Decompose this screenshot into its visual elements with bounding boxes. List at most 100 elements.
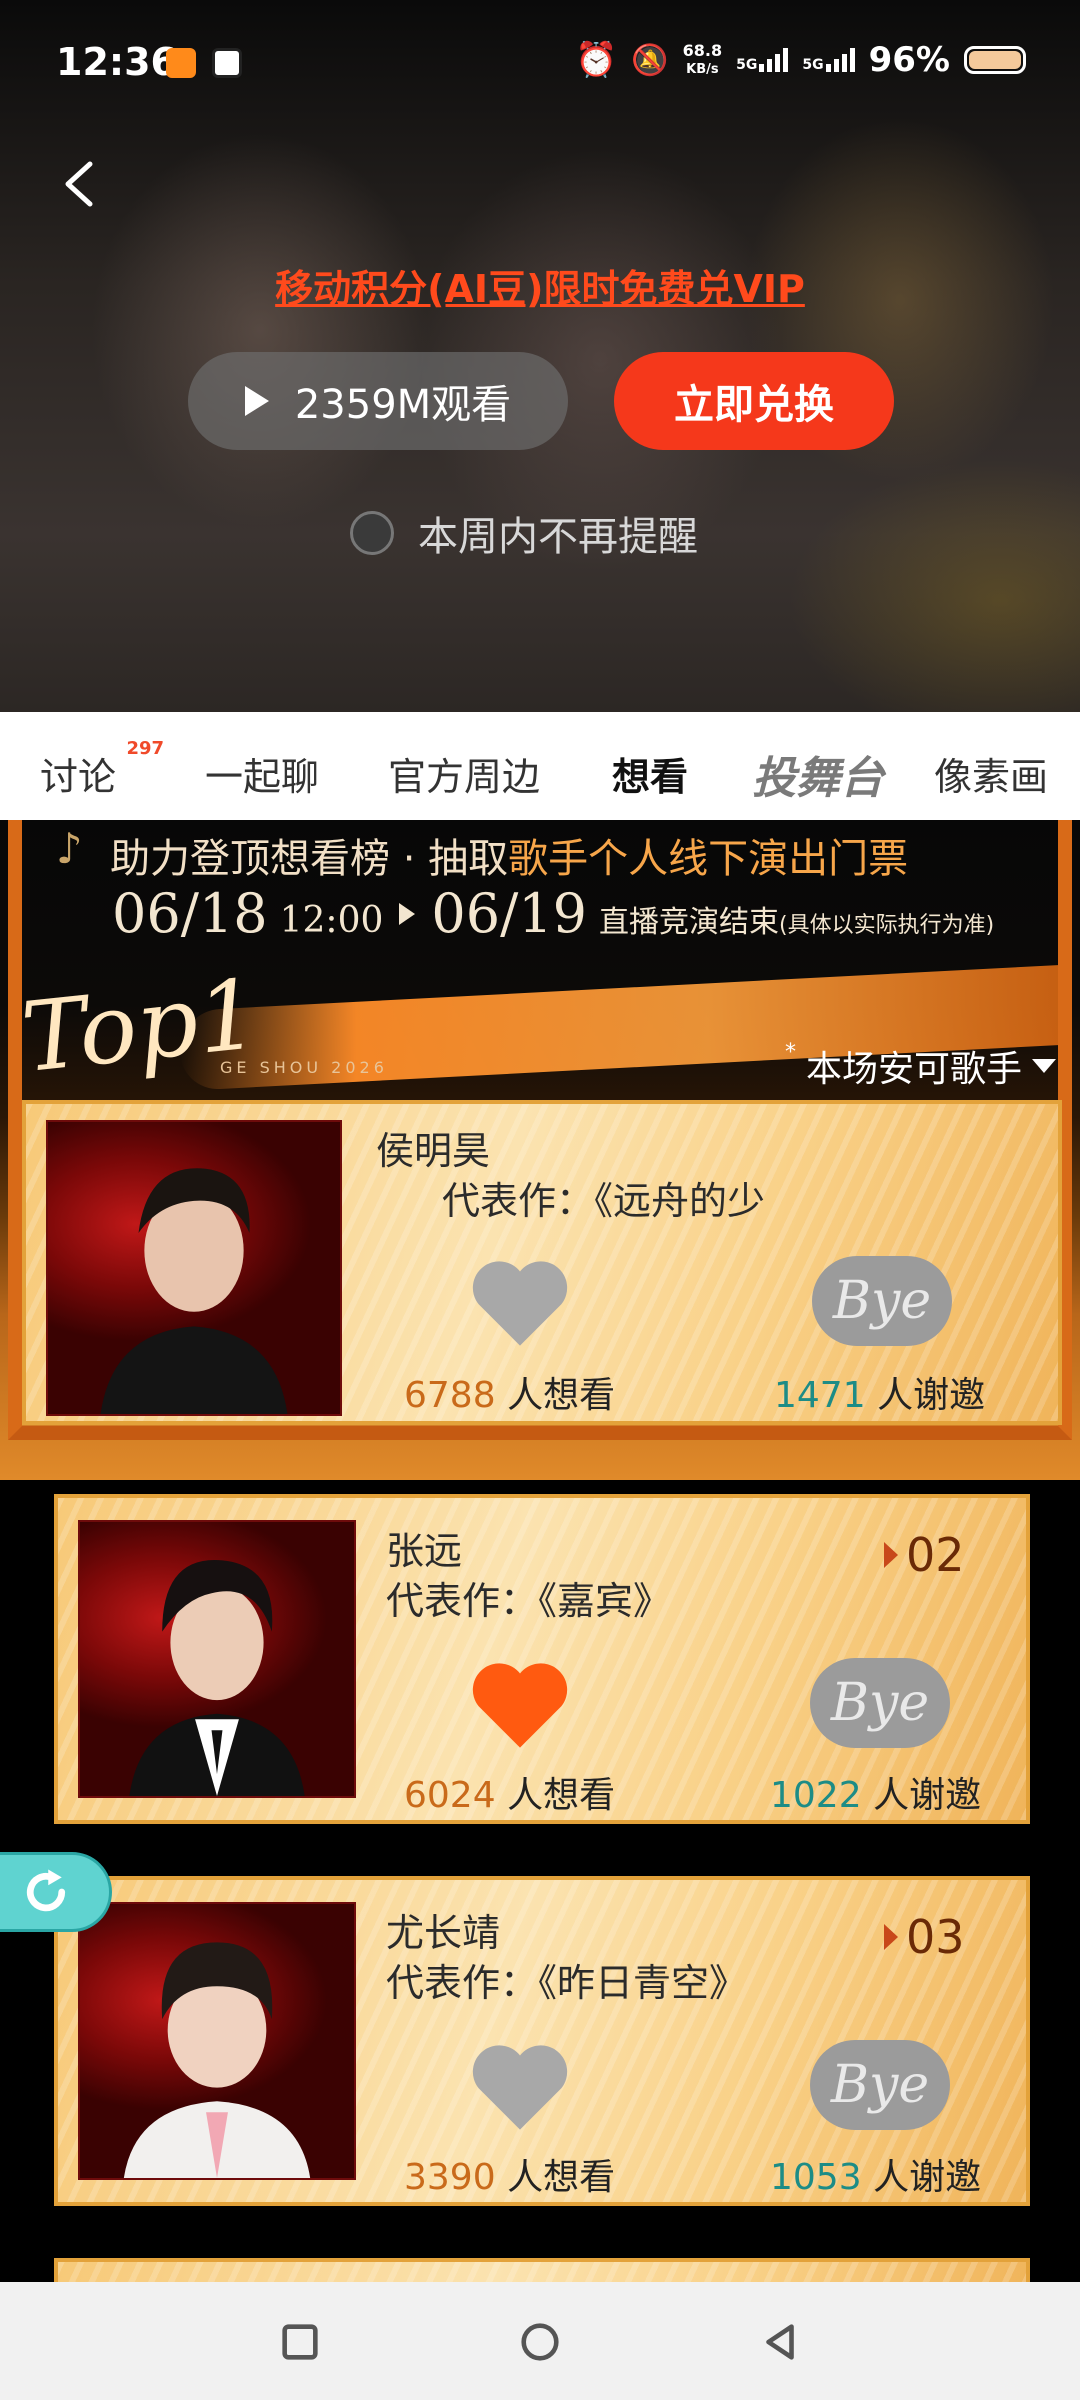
remind-label: 本周内不再提醒 [418, 514, 698, 560]
battery-percent: 96% [868, 40, 950, 80]
want-count-label: 人想看 [507, 1375, 616, 1416]
triangle-back-icon [766, 2324, 794, 2360]
bye-button[interactable]: Bye [812, 1256, 952, 1346]
artist-photo[interactable] [46, 1120, 342, 1416]
portrait-icon [100, 1168, 288, 1414]
artist-name: 尤长靖 [386, 1911, 501, 1955]
status-bar: 12:36 ⏰ 🔕 68.8 KB/s 5G 5G 96% [0, 0, 1080, 130]
artist-card: 侯明昊 代表作：《远舟的少 Bye 6788 人想看 1471 人谢邀 [22, 1100, 1062, 1425]
heart-icon [472, 2045, 568, 2130]
system-nav-bar [0, 2282, 1080, 2400]
sparkle-icon: * [784, 1040, 796, 1065]
bye-count: 1471 人谢邀 [774, 1366, 985, 1418]
campaign-desc-text: 直播竞演结束 [599, 905, 779, 940]
time-start: 12:00 [279, 900, 384, 941]
campaign-dates: 06/18 12:00 06/19 直播竞演结束(具体以实际执行为准) [112, 882, 994, 945]
doc-notification-icon [212, 48, 242, 78]
watch-count-label: 2359M观看 [294, 382, 512, 428]
want-count: 3390 人想看 [404, 2148, 615, 2200]
artist-card: 张远 代表作：《嘉宾》 02 Bye 6024 人想看 1022 人谢邀 [54, 1494, 1030, 1824]
refresh-button[interactable] [0, 1852, 112, 1932]
want-count-value: 6024 [404, 1775, 496, 1816]
rank-number: 03 [906, 1910, 965, 1964]
bye-count-value: 1022 [770, 1775, 862, 1816]
want-count-label: 人想看 [507, 1775, 616, 1816]
music-note-icon: ♪ [56, 824, 83, 873]
tab-vote-stage[interactable]: 投舞台 [752, 742, 884, 806]
campaign-title-highlight: 歌手个人线下演出门票 [508, 836, 909, 882]
artist-photo[interactable] [78, 1520, 356, 1798]
signal-2-label: 5G [802, 57, 824, 73]
heart-icon [472, 1261, 568, 1346]
tab-discussion[interactable]: 讨论 297 [40, 738, 164, 801]
campaign-desc: 直播竞演结束(具体以实际执行为准) [599, 897, 994, 941]
back-button[interactable] [58, 158, 104, 210]
artist-works: 代表作：《昨日青空》 [386, 1961, 748, 2005]
want-heart-button[interactable] [466, 1254, 574, 1350]
net-speed-unit: KB/s [686, 62, 719, 77]
vip-promo-link[interactable]: 移动积分(AI豆)限时免费兑VIP [0, 258, 1080, 313]
encore-singer-dropdown[interactable]: * 本场安可歌手 [785, 1040, 1056, 1092]
want-count-label: 人想看 [507, 2157, 616, 2198]
chevron-left-icon [65, 161, 93, 207]
tab-pixel-art[interactable]: 像素画 [934, 746, 1048, 801]
rank-arrow-icon [884, 1924, 898, 1950]
artist-card: 尤长靖 代表作：《昨日青空》 03 Bye 3390 人想看 1053 人谢邀 [54, 1876, 1030, 2206]
net-speed-value: 68.8 [682, 41, 723, 60]
remind-toggle[interactable]: 本周内不再提醒 [350, 504, 698, 562]
tab-chat[interactable]: 一起聊 [205, 746, 319, 801]
want-heart-button[interactable] [466, 1656, 574, 1752]
bye-count-label: 人谢邀 [877, 1375, 986, 1416]
system-back-button[interactable] [750, 2312, 810, 2372]
remind-radio[interactable] [350, 511, 394, 555]
artist-name: 张远 [386, 1529, 463, 1573]
home-button[interactable] [510, 2312, 570, 2372]
tab-merch[interactable]: 官方周边 [388, 746, 540, 801]
campaign-title: 助力登顶想看榜 · 抽取歌手个人线下演出门票 [110, 826, 908, 884]
play-icon [244, 386, 269, 416]
recent-apps-button[interactable] [270, 2312, 330, 2372]
bye-button[interactable]: Bye [810, 1658, 950, 1748]
rank-number: 02 [906, 1528, 965, 1582]
caret-down-icon [1032, 1059, 1056, 1073]
bye-count-label: 人谢邀 [873, 2157, 982, 2198]
rank-indicator: 02 [884, 1528, 965, 1582]
signal-bars-icon [825, 48, 855, 72]
brand-subtitle: GE SHOU 2026 [220, 1058, 388, 1077]
rank-indicator: 03 [884, 1910, 965, 1964]
date-start: 06/18 [112, 882, 268, 945]
mute-icon: 🔕 [631, 42, 669, 78]
signal-1-label: 5G [736, 57, 758, 73]
want-count: 6788 人想看 [404, 1366, 615, 1418]
signal-1: 5G [736, 48, 789, 73]
alarm-icon: ⏰ [574, 40, 618, 80]
watch-button[interactable]: 2359M观看 [188, 352, 568, 450]
bye-button[interactable]: Bye [810, 2040, 950, 2130]
app-notification-icon [166, 48, 196, 78]
clock: 12:36 [56, 40, 177, 84]
redeem-button[interactable]: 立即兑换 [614, 352, 894, 450]
date-end: 06/19 [431, 882, 587, 945]
circle-icon [521, 2323, 559, 2361]
bye-count-value: 1053 [770, 2157, 862, 2198]
artist-works: 代表作：《远舟的少 [442, 1179, 766, 1223]
signal-2: 5G [802, 48, 855, 73]
artist-photo[interactable] [78, 1902, 356, 2180]
campaign-banner: ♪ 助力登顶想看榜 · 抽取歌手个人线下演出门票 06/18 12:00 06/… [0, 820, 1080, 1480]
tab-bar: 讨论 297 一起聊 官方周边 想看 投舞台 像素画 [0, 712, 1080, 820]
signal-bars-icon [759, 48, 789, 72]
want-heart-button[interactable] [466, 2038, 574, 2134]
artist-works: 代表作：《嘉宾》 [386, 1579, 672, 1623]
net-speed: 68.8 KB/s [683, 42, 722, 78]
want-count-value: 6788 [404, 1375, 496, 1416]
square-icon [282, 2324, 318, 2360]
want-count: 6024 人想看 [404, 1766, 615, 1818]
tab-want-to-see[interactable]: 想看 [612, 746, 688, 801]
tab-discussion-label: 讨论 [40, 755, 117, 799]
campaign-desc-note: (具体以实际执行为准) [779, 913, 995, 938]
bye-count: 1053 人谢邀 [770, 2148, 981, 2200]
heart-icon [472, 1663, 568, 1748]
want-count-value: 3390 [404, 2157, 496, 2198]
rank-arrow-icon [884, 1542, 898, 1568]
portrait-icon [123, 1942, 311, 2178]
